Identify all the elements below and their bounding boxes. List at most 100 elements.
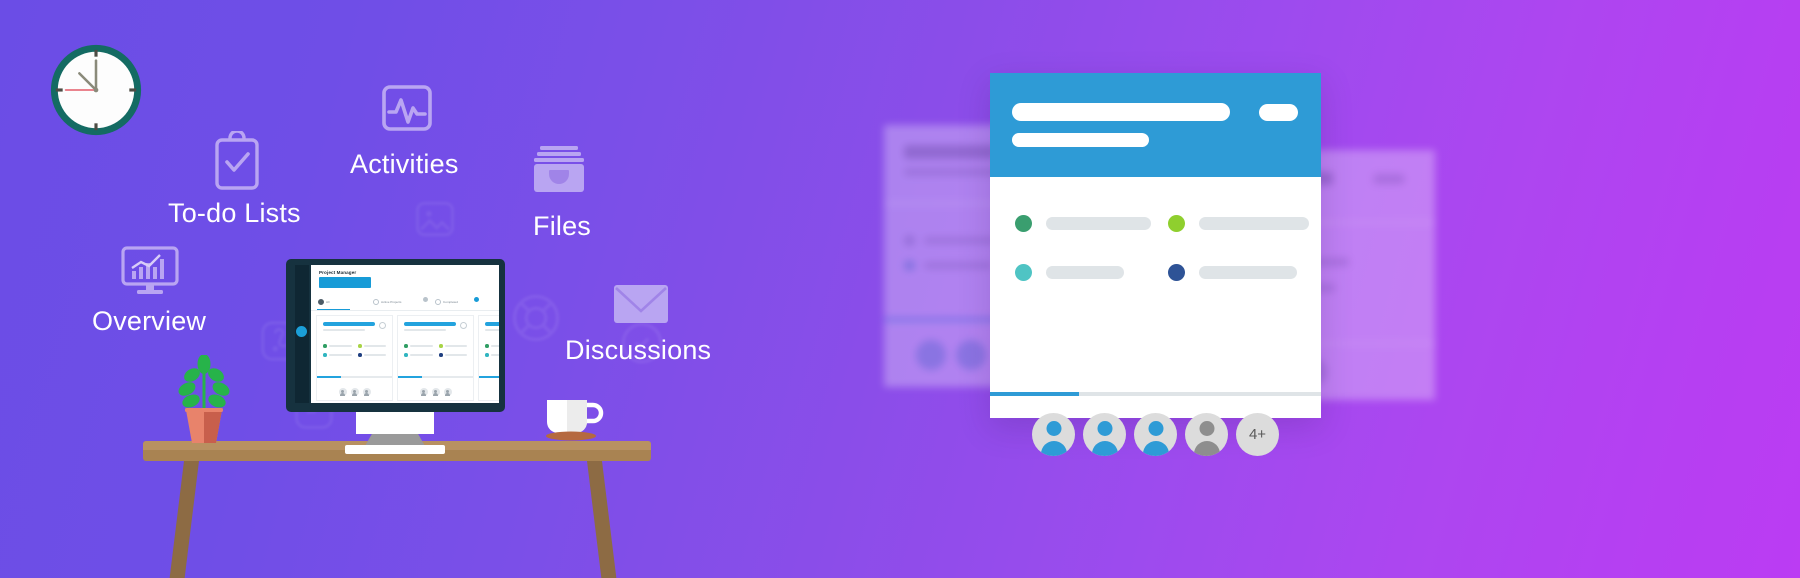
monitor-indicator-dot [296,326,307,337]
hero-banner: To-do Lists Activities Files Overview Di… [0,0,1800,578]
avatar[interactable] [1134,413,1177,456]
row-bar [329,344,353,347]
row-bar [329,353,353,356]
row-dot [358,344,362,348]
feature-label-discussions: Discussions [565,335,712,365]
tab-dot-all [318,299,324,305]
clipboard-check-icon [213,131,261,193]
row-dot [485,353,489,357]
ghost-avatar [916,340,946,370]
avatar [362,388,371,396]
ghost-row-dot [904,260,915,271]
envelope-icon [613,284,669,324]
card-item-row [323,344,353,348]
row-bar [445,344,468,347]
monitor-tab-active-underline [317,309,350,311]
row-bar [364,353,387,356]
ghost-row-dot [904,235,915,246]
project-card-body [990,177,1321,389]
monitor-project-card[interactable] [316,315,393,401]
row-dot [358,353,362,357]
tab-dot-active [373,299,379,305]
item-status-dot [1168,215,1185,232]
avatar[interactable] [1185,413,1228,456]
project-subtitle-placeholder [1012,133,1149,147]
tab-label-all: All [326,300,330,304]
card-title-bar [323,322,375,326]
project-card[interactable]: 4+ [990,73,1321,456]
tab-label-active: Active Projects [381,300,402,304]
monitor-primary-button[interactable] [319,277,371,288]
card-item-row [404,353,434,357]
card-subtitle-bar [485,329,499,332]
card-item-row [439,353,468,357]
row-bar [445,353,468,356]
ghost-image-icon [414,198,456,240]
row-dot [323,353,327,357]
row-bar [410,353,434,356]
feature-label-overview: Overview [92,306,207,336]
monitor-tab-active[interactable]: Active Projects [373,299,401,305]
ghost-support-icon [508,290,564,346]
card-subtitle-bar [323,329,365,332]
card-item-row [358,344,387,348]
card-item-row [323,353,353,357]
avatar-overflow-count[interactable]: 4+ [1236,413,1279,456]
project-item [1168,215,1309,232]
row-dot [439,353,443,357]
card-progress-fill [479,376,499,378]
avatar [443,388,452,396]
gear-icon[interactable] [379,322,386,329]
project-item [1015,215,1151,232]
avatar [431,388,440,396]
ghost-row-bar [924,237,996,244]
project-progress-fill [990,392,1079,396]
row-bar [410,344,434,347]
row-bar [491,344,499,347]
avatar[interactable] [1083,413,1126,456]
ghost-row-bar [924,262,992,269]
row-bar [491,353,499,356]
project-action-pill[interactable] [1259,104,1298,121]
monitor-tab-completed[interactable]: Completed [435,299,458,305]
project-avatar-row: 4+ [990,413,1321,456]
item-status-dot [1015,215,1032,232]
monitor-base [345,445,445,454]
item-label-bar [1046,266,1124,279]
card-progress-fill [398,376,422,378]
wall-clock-icon [47,41,145,139]
file-box-icon [531,144,587,194]
desktop-monitor-icon: Project Manager All Active Projects Comp… [286,259,505,454]
feature-label-files: Files [533,211,592,241]
project-title-placeholder [1012,103,1230,121]
ghost-pill [1373,174,1405,184]
row-bar [364,344,387,347]
card-item-row [439,344,468,348]
card-item-row [404,344,434,348]
tab-label-completed: Completed [443,300,458,304]
ghost-avatar [956,340,986,370]
gear-icon[interactable] [460,322,467,329]
monitor-tab-all[interactable]: All [318,299,329,305]
monitor-project-card[interactable] [478,315,499,401]
feature-label-activities: Activities [350,149,459,179]
card-title-bar [485,322,499,326]
tab-badge-active [423,297,428,302]
coffee-cup-icon [541,396,607,441]
project-item [1168,264,1297,281]
avatar [338,388,347,396]
card-item-row [485,344,499,348]
row-dot [404,344,408,348]
activity-pulse-icon [381,82,433,138]
row-dot [323,344,327,348]
potted-plant-icon [173,354,235,445]
row-dot [404,353,408,357]
avatar[interactable] [1032,413,1075,456]
monitor-app-title: Project Manager [319,270,357,275]
monitor-neck [356,412,434,434]
row-dot [439,344,443,348]
tab-dot-completed [435,299,441,305]
item-label-bar [1199,217,1309,230]
avatar [419,388,428,396]
monitor-project-card[interactable] [397,315,474,401]
